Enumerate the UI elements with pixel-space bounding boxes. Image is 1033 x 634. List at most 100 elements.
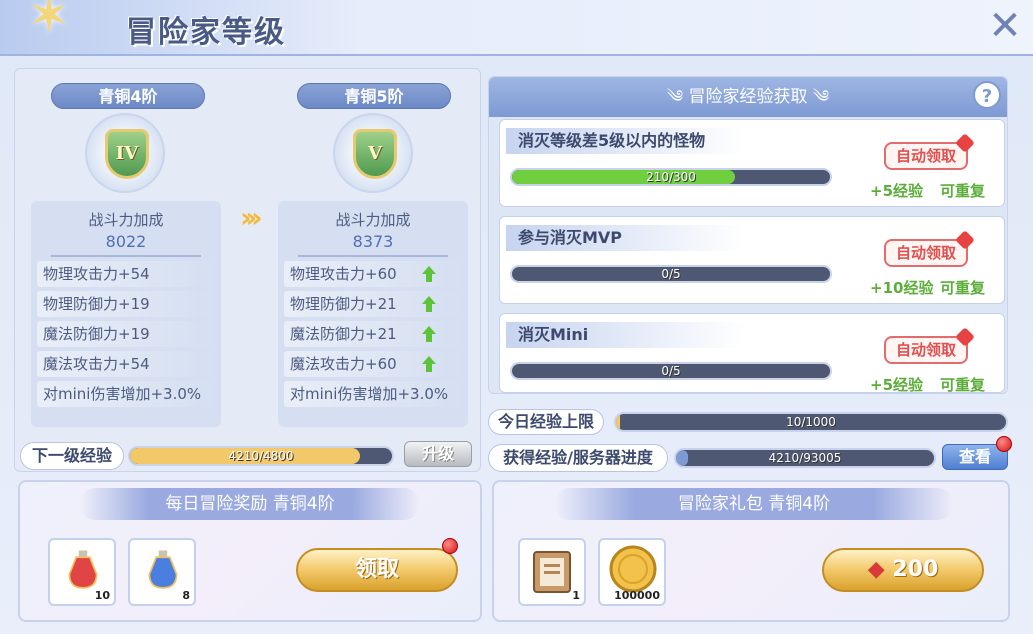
stat-row: 物理防御力+21 bbox=[284, 291, 462, 317]
auto-claim-button[interactable]: 自动领取 bbox=[884, 327, 975, 364]
upgrade-button[interactable]: 升级 bbox=[404, 441, 472, 467]
daily-reward-card: 每日冒险奖励 青铜4阶 10 8 领取 bbox=[18, 480, 482, 622]
stat-total: 8373 bbox=[352, 232, 394, 251]
quest-progress-bar: 210/300 bbox=[510, 168, 832, 186]
quest-title: 参与消灭MVP bbox=[506, 225, 746, 251]
wing-right-icon: ༄ bbox=[807, 87, 830, 107]
item-count: 100000 bbox=[614, 589, 660, 602]
exp-source-panel: ༄ 冒险家经验获取 ༄ ? 消灭等级差5级以内的怪物 210/300 自动领取 … bbox=[488, 76, 1008, 394]
item-count: 8 bbox=[182, 589, 190, 602]
daily-exp-limit-label: 今日经验上限 bbox=[488, 409, 604, 435]
notification-dot-icon bbox=[442, 538, 458, 554]
stat-row: 魔法防御力+19 bbox=[37, 321, 215, 347]
alert-icon bbox=[955, 133, 975, 153]
stat-title: 战斗力加成 bbox=[335, 211, 411, 229]
quest-repeat: 可重复 bbox=[940, 182, 986, 200]
daily-exp-text: 10/1000 bbox=[786, 415, 836, 429]
title-bar: ✶ 冒险家等级 ✕ bbox=[0, 0, 1033, 56]
reward-item-slot[interactable]: 8 bbox=[128, 538, 196, 606]
stat-title: 战斗力加成 bbox=[88, 211, 164, 229]
tier-compare-panel: 青铜4阶 青铜5阶 IV ››› V 战斗力加成 8022 物理攻击力+54 物… bbox=[14, 68, 481, 472]
quest-reward: +5经验 bbox=[870, 376, 924, 394]
gold-coin-icon bbox=[609, 545, 657, 593]
red-potion-icon bbox=[68, 550, 98, 589]
exp-source-header: ༄ 冒险家经验获取 ༄ ? bbox=[489, 77, 1007, 117]
quest-reward: +10经验 bbox=[870, 279, 934, 297]
wing-left-icon: ༄ bbox=[666, 87, 689, 107]
up-arrow-icon bbox=[422, 296, 436, 312]
exp-bar-text: 4210/4800 bbox=[228, 449, 294, 463]
up-arrow-icon bbox=[422, 326, 436, 342]
stat-text: 魔法防御力+21 bbox=[290, 325, 397, 343]
stat-row: 对mini伤害增加+3.0% bbox=[284, 381, 462, 407]
page-title: 冒险家等级 bbox=[126, 15, 286, 50]
gift-item-slot[interactable]: 100000 bbox=[598, 538, 666, 606]
server-progress-label: 获得经验/服务器进度 bbox=[488, 444, 668, 472]
auto-claim-label: 自动领取 bbox=[895, 147, 956, 165]
claim-button[interactable]: 领取 bbox=[296, 548, 458, 592]
stat-row: 物理攻击力+54 bbox=[37, 261, 215, 287]
quest-card: 消灭等级差5级以内的怪物 210/300 自动领取 +5经验 可重复 bbox=[499, 119, 1005, 207]
gift-pack-card: 冒险家礼包 青铜4阶 1 100000 ◆ 200 bbox=[492, 480, 1010, 622]
stat-row: 物理防御力+19 bbox=[37, 291, 215, 317]
next-level-exp-bar: 4210/4800 bbox=[128, 446, 394, 466]
blue-potion-icon bbox=[148, 550, 178, 589]
stat-row: 魔法攻击力+54 bbox=[37, 351, 215, 377]
next-tier-badge: V bbox=[333, 113, 413, 193]
item-count: 10 bbox=[94, 589, 110, 602]
stat-text: 物理攻击力+60 bbox=[290, 265, 397, 283]
auto-claim-button[interactable]: 自动领取 bbox=[884, 230, 975, 267]
up-arrow-icon bbox=[422, 356, 436, 372]
current-tier-label: 青铜4阶 bbox=[51, 83, 205, 109]
help-icon[interactable]: ? bbox=[973, 81, 1001, 109]
next-level-exp-label: 下一级经验 bbox=[20, 442, 124, 470]
alert-icon bbox=[955, 327, 975, 347]
divider bbox=[298, 255, 448, 257]
divider bbox=[51, 255, 201, 257]
item-count: 1 bbox=[572, 589, 580, 602]
reward-item-slot[interactable]: 10 bbox=[48, 538, 116, 606]
server-progress-bar: 4210/93005 bbox=[674, 448, 936, 468]
shield-icon: V bbox=[353, 129, 397, 179]
daily-exp-limit-bar: 10/1000 bbox=[614, 412, 1008, 432]
star-emblem-icon: ✶ bbox=[27, 0, 71, 46]
next-stats-box: 战斗力加成 8373 物理攻击力+60 物理防御力+21 魔法防御力+21 魔法… bbox=[278, 201, 468, 427]
auto-claim-label: 自动领取 bbox=[895, 244, 956, 262]
ruby-icon: ◆ bbox=[867, 557, 885, 582]
daily-reward-title: 每日冒险奖励 青铜4阶 bbox=[80, 488, 420, 520]
server-progress-text: 4210/93005 bbox=[768, 451, 842, 465]
stat-row: 物理攻击力+60 bbox=[284, 261, 462, 287]
book-icon bbox=[533, 551, 571, 593]
shield-icon: IV bbox=[105, 129, 149, 179]
stat-row: 魔法防御力+21 bbox=[284, 321, 462, 347]
gift-pack-title: 冒险家礼包 青铜4阶 bbox=[554, 488, 954, 520]
stat-row: 对mini伤害增加+3.0% bbox=[37, 381, 215, 407]
quest-progress-text: 0/5 bbox=[661, 267, 681, 281]
quest-title: 消灭等级差5级以内的怪物 bbox=[506, 128, 746, 154]
current-tier-badge: IV bbox=[85, 113, 165, 193]
quest-progress-text: 210/300 bbox=[646, 170, 696, 184]
price-label: 200 bbox=[892, 557, 939, 582]
quest-progress-text: 0/5 bbox=[661, 364, 681, 378]
stat-text: 物理防御力+21 bbox=[290, 295, 397, 313]
buy-gift-button[interactable]: ◆ 200 bbox=[822, 548, 984, 592]
alert-icon bbox=[955, 230, 975, 250]
quest-card: 参与消灭MVP 0/5 自动领取 +10经验 可重复 bbox=[499, 216, 1005, 304]
quest-reward: +5经验 bbox=[870, 182, 924, 200]
stat-total: 8022 bbox=[105, 232, 147, 251]
chevron-right-icon: ››› bbox=[240, 201, 262, 234]
up-arrow-icon bbox=[422, 266, 436, 282]
gift-item-slot[interactable]: 1 bbox=[518, 538, 586, 606]
quest-card: 消灭Mini 0/5 自动领取 +5经验 可重复 bbox=[499, 313, 1005, 394]
close-icon: ✕ bbox=[988, 3, 1022, 49]
quest-repeat: 可重复 bbox=[940, 279, 986, 297]
current-stats-box: 战斗力加成 8022 物理攻击力+54 物理防御力+19 魔法防御力+19 魔法… bbox=[31, 201, 221, 427]
exp-source-title: 冒险家经验获取 bbox=[688, 87, 808, 107]
quest-repeat: 可重复 bbox=[940, 376, 986, 394]
quest-title: 消灭Mini bbox=[506, 322, 746, 348]
auto-claim-button[interactable]: 自动领取 bbox=[884, 133, 975, 170]
close-button[interactable]: ✕ bbox=[985, 4, 1025, 48]
quest-progress-bar: 0/5 bbox=[510, 265, 832, 283]
notification-dot-icon bbox=[996, 436, 1012, 452]
next-tier-label: 青铜5阶 bbox=[297, 83, 451, 109]
